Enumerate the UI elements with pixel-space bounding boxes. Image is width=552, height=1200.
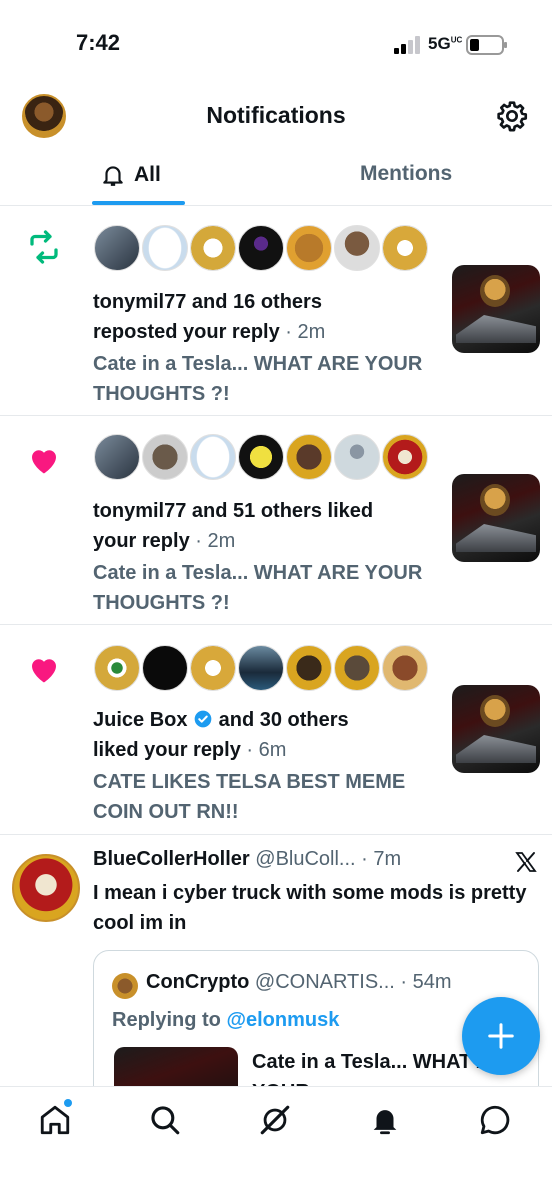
notifications-icon[interactable] [368, 1103, 402, 1137]
mention-link[interactable]: @elonmusk [226, 1009, 339, 1031]
avatar[interactable] [190, 225, 236, 271]
notification-preview: CATE LIKES TELSA BEST MEME COIN OUT RN!! [93, 771, 406, 823]
avatar[interactable] [190, 434, 236, 480]
tweet-header: BlueCollerHoller @BluColl... · 7m [93, 848, 402, 870]
header: Notifications [0, 84, 552, 148]
avatar[interactable] [94, 434, 140, 480]
heart-icon [32, 450, 56, 474]
tweet-time: 7m [373, 848, 402, 870]
status-bar: 7:42 5GUC [0, 0, 552, 84]
tab-bar: All Mentions [0, 148, 552, 206]
bottom-navigation [0, 1086, 552, 1200]
notification-item[interactable]: Juice Box and 30 others liked your reply… [0, 625, 552, 835]
replying-to: Replying to @elonmusk [112, 1009, 340, 1031]
notification-preview: Cate in a Tesla... WHAT ARE YOUR THOUGHT… [93, 353, 423, 405]
avatar[interactable] [142, 434, 188, 480]
actor-avatars [94, 225, 428, 273]
avatar[interactable] [334, 645, 380, 691]
avatar[interactable] [286, 225, 332, 271]
actor-avatars [94, 645, 428, 693]
tab-mentions[interactable]: Mentions [360, 162, 452, 186]
gear-icon[interactable] [496, 100, 528, 132]
author-handle: @BluColl... [255, 848, 356, 870]
avatar[interactable] [190, 645, 236, 691]
messages-icon[interactable] [478, 1103, 512, 1137]
plus-icon [488, 1023, 514, 1049]
x-logo-icon [515, 852, 537, 872]
search-icon[interactable] [148, 1103, 182, 1137]
verified-badge-icon [194, 710, 212, 728]
avatar[interactable] [286, 645, 332, 691]
repost-icon [30, 230, 58, 264]
avatar[interactable] [12, 854, 80, 922]
post-thumbnail[interactable] [452, 685, 540, 773]
avatar[interactable] [238, 434, 284, 480]
notification-item[interactable]: tonymil77 and 16 others reposted your re… [0, 207, 552, 416]
notification-item[interactable]: tonymil77 and 51 others liked your reply… [0, 416, 552, 625]
battery-icon [466, 35, 507, 55]
avatar[interactable] [142, 225, 188, 271]
tab-all[interactable]: All [100, 162, 161, 188]
avatar[interactable] [334, 434, 380, 480]
notification-text: Juice Box and 30 others liked your reply… [93, 709, 349, 761]
notification-preview: Cate in a Tesla... WHAT ARE YOUR THOUGHT… [93, 562, 423, 614]
tweet-body: I mean i cyber truck with some mods is p… [93, 882, 527, 934]
avatar[interactable] [94, 225, 140, 271]
avatar[interactable] [238, 225, 284, 271]
heart-icon [32, 659, 56, 683]
avatar[interactable] [382, 645, 428, 691]
avatar[interactable] [286, 434, 332, 480]
signal-icon [394, 36, 420, 54]
network-label: 5GUC [428, 34, 463, 53]
notification-text: tonymil77 and 16 others reposted your re… [93, 291, 326, 343]
notification-text: tonymil77 and 51 others liked your reply… [93, 500, 374, 552]
unread-dot [64, 1099, 72, 1107]
author-name[interactable]: BlueCollerHoller [93, 848, 250, 870]
avatar[interactable] [94, 645, 140, 691]
avatar[interactable] [382, 225, 428, 271]
home-icon[interactable] [38, 1103, 72, 1137]
page-title: Notifications [206, 102, 346, 128]
compose-button[interactable] [462, 997, 540, 1075]
avatar[interactable] [382, 434, 428, 480]
active-tab-indicator [92, 201, 185, 205]
actor-avatars [94, 434, 428, 482]
avatar[interactable] [112, 973, 138, 999]
avatar[interactable] [334, 225, 380, 271]
avatar[interactable] [142, 645, 188, 691]
quote-header: ConCrypto @CONARTIS... · 54m [146, 971, 452, 993]
post-thumbnail[interactable] [452, 265, 540, 353]
tab-all-label: All [134, 163, 161, 186]
avatar[interactable] [238, 645, 284, 691]
bell-outline-icon [103, 166, 123, 186]
grok-icon[interactable] [258, 1103, 292, 1137]
status-time: 7:42 [76, 30, 121, 55]
post-thumbnail[interactable] [452, 474, 540, 562]
